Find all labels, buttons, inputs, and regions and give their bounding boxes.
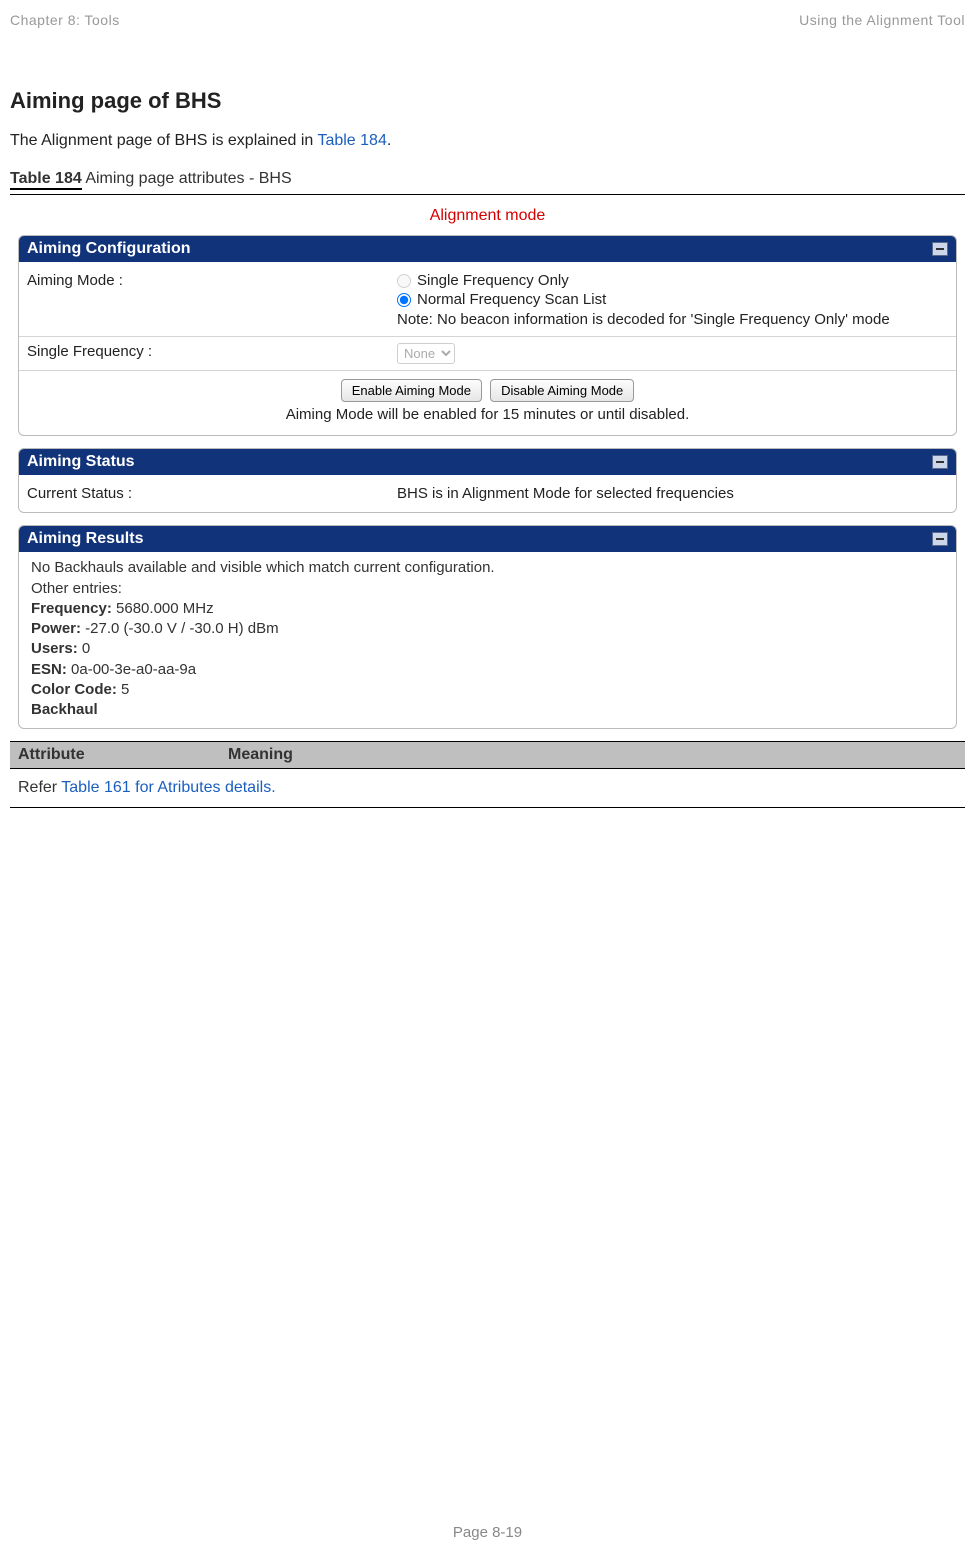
results-frequency: Frequency: 5680.000 MHz xyxy=(31,599,944,619)
collapse-icon[interactable] xyxy=(932,532,948,546)
aiming-configuration-title: Aiming Configuration xyxy=(27,240,191,258)
users-value: 0 xyxy=(78,640,91,657)
results-backhaul: Backhaul xyxy=(31,700,944,720)
aiming-mode-value: Single Frequency Only Normal Frequency S… xyxy=(397,272,948,330)
section-heading: Aiming page of BHS xyxy=(10,88,965,114)
attributes-link[interactable]: Table 161 for Atributes details. xyxy=(61,779,275,796)
page-number: Page 8-19 xyxy=(0,1524,975,1541)
single-frequency-row: Single Frequency : None xyxy=(19,337,956,371)
collapse-icon[interactable] xyxy=(932,242,948,256)
aiming-status-title: Aiming Status xyxy=(27,453,135,471)
attribute-column-header: Attribute xyxy=(10,742,220,768)
header-chapter: Chapter 8: Tools xyxy=(10,12,120,28)
aiming-status-header: Aiming Status xyxy=(19,449,956,475)
single-frequency-radio[interactable] xyxy=(397,274,411,288)
figure-container: Alignment mode Aiming Configuration Aimi… xyxy=(10,194,965,808)
aiming-mode-label: Aiming Mode : xyxy=(27,272,397,289)
users-label: Users: xyxy=(31,640,78,657)
attribute-table-header: Attribute Meaning xyxy=(10,741,965,769)
current-status-label: Current Status : xyxy=(27,485,397,502)
aiming-configuration-panel: Aiming Configuration Aiming Mode : Singl… xyxy=(18,235,957,436)
normal-scan-label: Normal Frequency Scan List xyxy=(417,291,606,308)
table-caption: Table 184 Aiming page attributes - BHS xyxy=(10,170,965,188)
header-section: Using the Alignment Tool xyxy=(799,12,965,28)
enable-aiming-button[interactable]: Enable Aiming Mode xyxy=(341,379,482,402)
collapse-icon[interactable] xyxy=(932,455,948,469)
frequency-value: 5680.000 MHz xyxy=(112,600,214,617)
aiming-mode-row: Aiming Mode : Single Frequency Only Norm… xyxy=(19,266,956,337)
single-frequency-select[interactable]: None xyxy=(397,343,455,364)
results-esn: ESN: 0a-00-3e-a0-aa-9a xyxy=(31,660,944,680)
frequency-label: Frequency: xyxy=(31,600,112,617)
meaning-column-header: Meaning xyxy=(220,742,965,768)
page-header: Chapter 8: Tools Using the Alignment Too… xyxy=(10,12,965,28)
esn-label: ESN: xyxy=(31,661,67,678)
single-frequency-label: Single Frequency Only xyxy=(417,272,569,289)
intro-prefix: The Alignment page of BHS is explained i… xyxy=(10,132,317,149)
results-other-entries: Other entries: xyxy=(31,579,944,599)
intro-suffix: . xyxy=(387,132,391,149)
esn-value: 0a-00-3e-a0-aa-9a xyxy=(67,661,196,678)
aiming-results-header: Aiming Results xyxy=(19,526,956,552)
aiming-mode-note: Note: No beacon information is decoded f… xyxy=(397,310,948,330)
aiming-results-title: Aiming Results xyxy=(27,530,143,548)
power-label: Power: xyxy=(31,620,81,637)
aiming-buttons-row: Enable Aiming Mode Disable Aiming Mode xyxy=(19,371,956,406)
refer-prefix: Refer xyxy=(18,779,61,796)
attribute-table-row: Refer Table 161 for Atributes details. xyxy=(10,769,965,808)
aiming-configuration-header: Aiming Configuration xyxy=(19,236,956,262)
aiming-results-panel: Aiming Results No Backhauls available an… xyxy=(18,525,957,729)
aiming-duration-note: Aiming Mode will be enabled for 15 minut… xyxy=(19,406,956,431)
current-status-value: BHS is in Alignment Mode for selected fr… xyxy=(397,485,948,502)
disable-aiming-button[interactable]: Disable Aiming Mode xyxy=(490,379,634,402)
aiming-results-body: No Backhauls available and visible which… xyxy=(19,552,956,728)
table-link[interactable]: Table 184 xyxy=(317,132,386,149)
results-users: Users: 0 xyxy=(31,639,944,659)
single-frequency-field-label: Single Frequency : xyxy=(27,343,397,360)
results-no-backhauls: No Backhauls available and visible which… xyxy=(31,558,944,578)
aiming-status-panel: Aiming Status Current Status : BHS is in… xyxy=(18,448,957,513)
table-caption-text: Aiming page attributes - BHS xyxy=(82,170,292,187)
color-code-label: Color Code: xyxy=(31,681,117,698)
table-number: Table 184 xyxy=(10,170,82,190)
aiming-configuration-body: Aiming Mode : Single Frequency Only Norm… xyxy=(19,262,956,435)
normal-scan-radio[interactable] xyxy=(397,293,411,307)
alignment-mode-label: Alignment mode xyxy=(10,207,965,225)
results-color-code: Color Code: 5 xyxy=(31,680,944,700)
power-value: -27.0 (-30.0 V / -30.0 H) dBm xyxy=(81,620,279,637)
aiming-status-body: Current Status : BHS is in Alignment Mod… xyxy=(19,475,956,512)
results-power: Power: -27.0 (-30.0 V / -30.0 H) dBm xyxy=(31,619,944,639)
intro-paragraph: The Alignment page of BHS is explained i… xyxy=(10,132,965,150)
color-code-value: 5 xyxy=(117,681,130,698)
